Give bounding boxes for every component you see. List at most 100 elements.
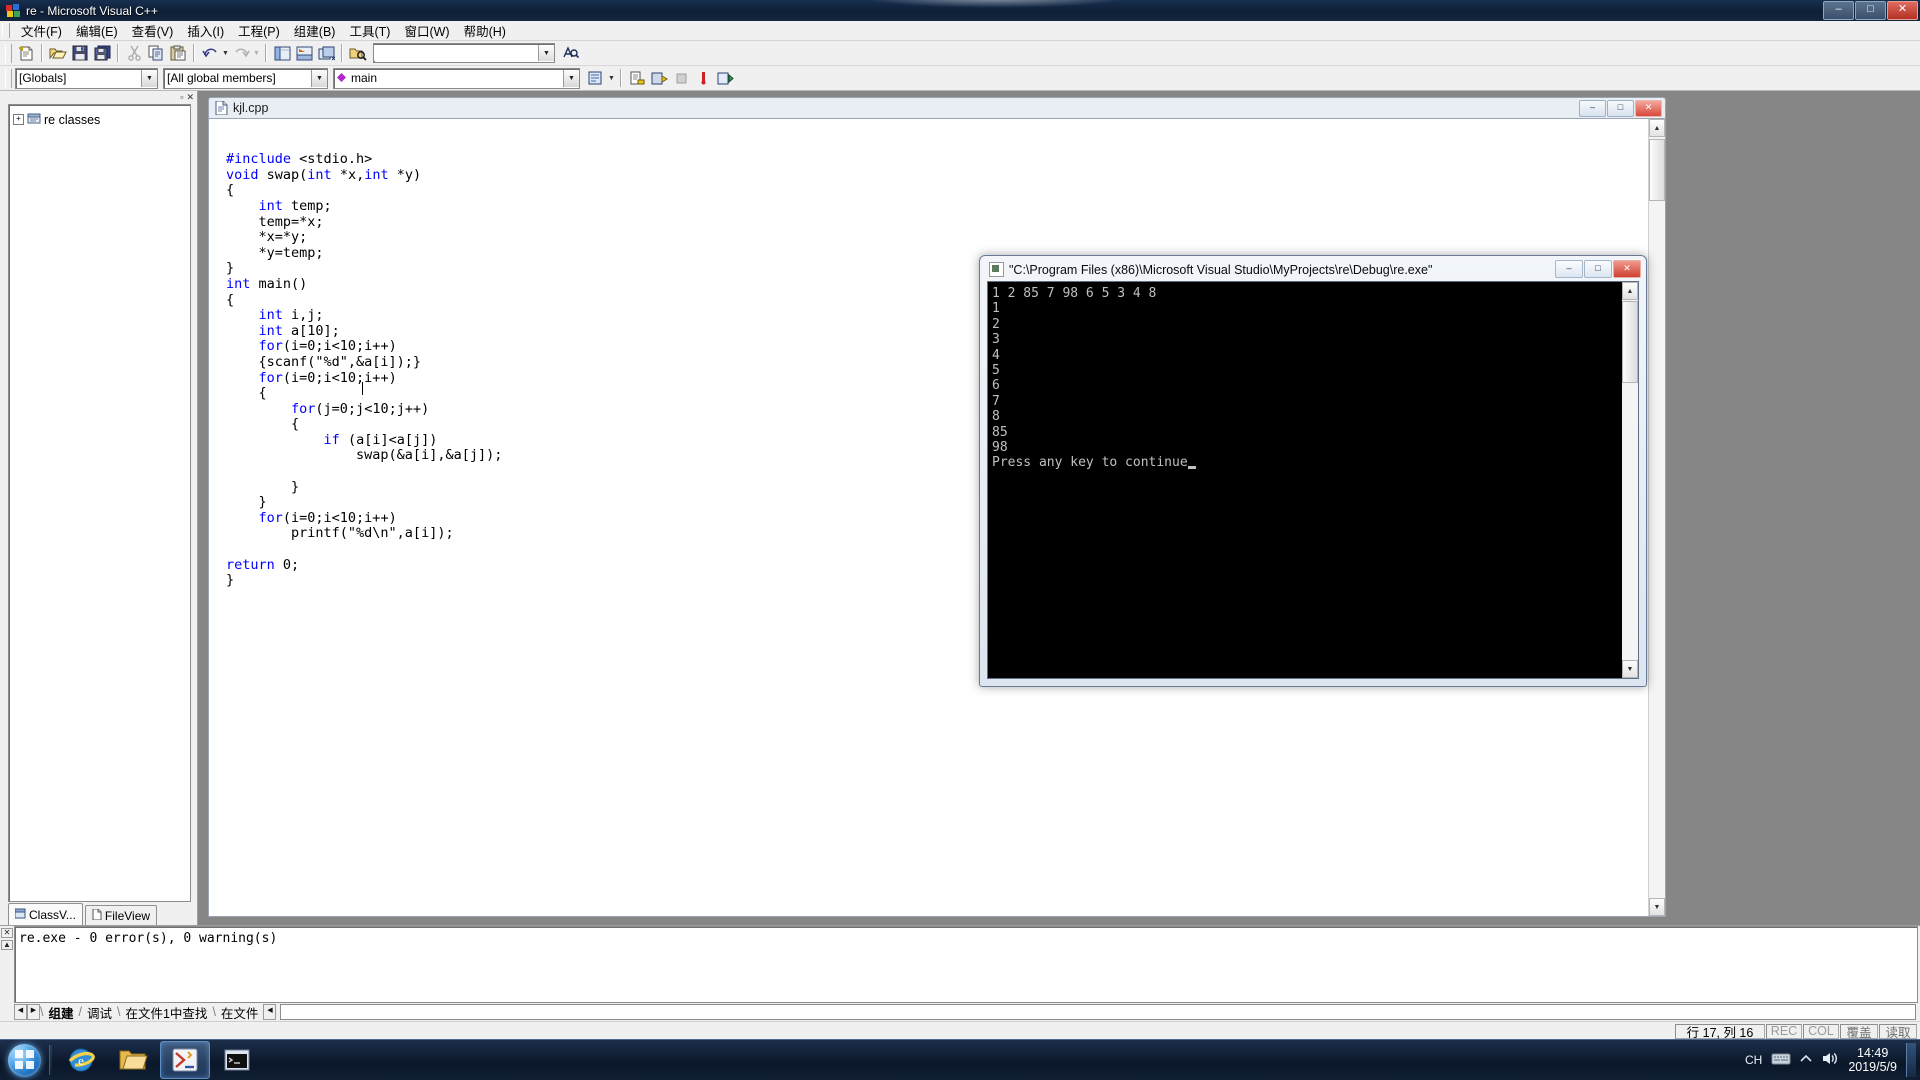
console-minimize-button[interactable]: – xyxy=(1555,260,1583,278)
menu-window[interactable]: 窗口(W) xyxy=(397,20,456,41)
taskbar-explorer[interactable] xyxy=(108,1041,158,1079)
console-scrollbar[interactable]: ▲ ▼ xyxy=(1621,282,1638,678)
output-scroll-icon[interactable]: ▲ xyxy=(1,940,13,950)
menubar-grip[interactable] xyxy=(2,23,10,38)
members-combo[interactable]: [All global members] ▼ xyxy=(163,67,328,89)
ime-indicator[interactable]: CH xyxy=(1745,1053,1762,1067)
menubar: 文件(F) 编辑(E) 查看(V) 插入(I) 工程(P) 组建(B) 工具(T… xyxy=(0,21,1920,41)
execute-icon[interactable] xyxy=(692,68,714,89)
output-horizontal-scrollbar[interactable] xyxy=(280,1004,1916,1020)
menu-view[interactable]: 查看(V) xyxy=(125,20,181,41)
find-dropdown-icon[interactable]: ▼ xyxy=(538,45,554,61)
window-title: re - Microsoft Visual C++ xyxy=(26,3,158,18)
output-window-icon[interactable] xyxy=(293,43,315,64)
editor-close-button[interactable]: ✕ xyxy=(1635,100,1662,117)
go-debug-icon[interactable] xyxy=(714,68,736,89)
show-hidden-icons-button[interactable] xyxy=(1800,1053,1812,1067)
wizardbar-grip[interactable] xyxy=(5,68,12,88)
scope-combo[interactable]: [Globals] ▼ xyxy=(15,67,158,89)
console-scroll-up-button[interactable]: ▲ xyxy=(1622,282,1638,300)
output-tabs: ◀ ▶ \ 组建 / 调试 \ 在文件1中查找 \ 在文件 ◀ xyxy=(14,1003,1918,1021)
symbol-dropdown-icon[interactable]: ▼ xyxy=(563,69,579,87)
workspace-close-icon[interactable]: ✕ xyxy=(186,93,194,102)
scroll-up-button[interactable]: ▲ xyxy=(1649,119,1665,137)
menu-project[interactable]: 工程(P) xyxy=(231,20,287,41)
wizardbar: [Globals] ▼ [All global members] ▼ main … xyxy=(0,66,1920,91)
workspace-icon[interactable] xyxy=(271,43,293,64)
taskbar-vc[interactable] xyxy=(160,1041,210,1079)
editor-maximize-button[interactable]: □ xyxy=(1607,100,1634,117)
output-tabs-next-button[interactable]: ▶ xyxy=(27,1004,40,1020)
window-close-button[interactable]: ✕ xyxy=(1887,1,1918,20)
output-tab-find1[interactable]: 在文件1中查找 xyxy=(120,1003,212,1022)
console-close-button[interactable]: ✕ xyxy=(1613,260,1641,278)
output-close-icon[interactable]: ✕ xyxy=(1,928,13,938)
copy-icon[interactable] xyxy=(145,43,167,64)
show-desktop-button[interactable] xyxy=(1906,1043,1916,1077)
toolbar-grip[interactable] xyxy=(5,43,12,63)
tab-class-view[interactable]: ClassV... xyxy=(8,903,83,925)
paste-icon[interactable] xyxy=(167,43,189,64)
symbol-combo[interactable]: main ▼ xyxy=(333,67,580,89)
undo-dropdown-icon[interactable]: ▼ xyxy=(221,43,230,64)
class-view-tree[interactable]: + re classes xyxy=(8,104,191,902)
new-file-icon[interactable] xyxy=(15,43,37,64)
workspace-pin-icon[interactable]: ▫ xyxy=(180,93,183,102)
scroll-down-button[interactable]: ▼ xyxy=(1649,898,1665,916)
find-combo[interactable]: ▼ xyxy=(373,43,555,63)
keyboard-icon[interactable] xyxy=(1771,1052,1791,1069)
taskbar-ie[interactable]: e xyxy=(56,1041,106,1079)
console-maximize-button[interactable]: □ xyxy=(1584,260,1612,278)
search-icon[interactable] xyxy=(560,43,582,64)
compile-icon[interactable] xyxy=(626,68,648,89)
save-all-icon[interactable] xyxy=(91,43,113,64)
taskbar-console[interactable] xyxy=(212,1041,262,1079)
menu-insert[interactable]: 插入(I) xyxy=(180,20,231,41)
console-scroll-thumb[interactable] xyxy=(1622,301,1638,383)
window-maximize-button[interactable]: □ xyxy=(1855,1,1886,20)
find-input[interactable] xyxy=(374,45,528,61)
volume-icon[interactable] xyxy=(1821,1051,1839,1069)
titlebar-glow xyxy=(860,0,1130,8)
taskbar: e CH 14:49 2019/5/9 xyxy=(0,1039,1920,1080)
window-minimize-button[interactable]: – xyxy=(1823,1,1854,20)
tab-class-view-label: ClassV... xyxy=(29,907,76,922)
editor-minimize-button[interactable]: – xyxy=(1579,100,1606,117)
editor-selection-margin[interactable] xyxy=(209,119,226,916)
find-in-files-icon[interactable] xyxy=(347,43,369,64)
scope-dropdown-icon[interactable]: ▼ xyxy=(141,69,157,87)
save-icon[interactable] xyxy=(69,43,91,64)
scroll-track[interactable] xyxy=(1649,137,1665,898)
tab-file-view[interactable]: FileView xyxy=(84,905,158,925)
output-tab-find2[interactable]: 在文件 xyxy=(216,1003,264,1022)
taskbar-clock[interactable]: 14:49 2019/5/9 xyxy=(1848,1046,1897,1074)
members-dropdown-icon[interactable]: ▼ xyxy=(311,69,327,87)
menu-file[interactable]: 文件(F) xyxy=(14,20,69,41)
editor-vertical-scrollbar[interactable]: ▲ ▼ xyxy=(1648,119,1665,916)
output-tab-debug[interactable]: 调试 xyxy=(82,1003,117,1022)
console-scroll-track[interactable] xyxy=(1622,300,1638,660)
expander-icon[interactable]: + xyxy=(13,114,24,125)
console-window[interactable]: "C:\Program Files (x86)\Microsoft Visual… xyxy=(979,255,1647,687)
menu-build[interactable]: 组建(B) xyxy=(287,20,343,41)
window-list-icon[interactable] xyxy=(315,43,337,64)
scroll-thumb[interactable] xyxy=(1649,139,1665,201)
output-tab-build[interactable]: 组建 xyxy=(43,1003,78,1022)
wizard-action-icon[interactable] xyxy=(585,68,607,89)
open-folder-icon[interactable] xyxy=(47,43,69,64)
class-view-root-row[interactable]: + re classes xyxy=(13,111,186,128)
console-body[interactable]: 1 2 85 7 98 6 5 3 4 8 1 2 3 4 5 6 7 8 85… xyxy=(987,281,1639,679)
build-icon[interactable] xyxy=(648,68,670,89)
output-tabs-prev-button[interactable]: ◀ xyxy=(14,1004,27,1020)
menu-help[interactable]: 帮助(H) xyxy=(457,20,513,41)
output-tabs-more-button[interactable]: ◀ xyxy=(263,1004,277,1020)
start-button[interactable] xyxy=(2,1041,46,1079)
tab-file-view-label: FileView xyxy=(104,908,151,923)
menu-edit[interactable]: 编辑(E) xyxy=(69,20,125,41)
output-text[interactable]: re.exe - 0 error(s), 0 warning(s) xyxy=(14,926,1918,1003)
console-scroll-down-button[interactable]: ▼ xyxy=(1622,660,1638,678)
menu-tools[interactable]: 工具(T) xyxy=(342,20,397,41)
undo-icon[interactable] xyxy=(199,43,221,64)
wizard-dropdown-icon[interactable]: ▼ xyxy=(607,68,616,89)
mdi-client-area: kjl.cpp – □ ✕ #include <stdio.h> void sw… xyxy=(198,91,1920,925)
